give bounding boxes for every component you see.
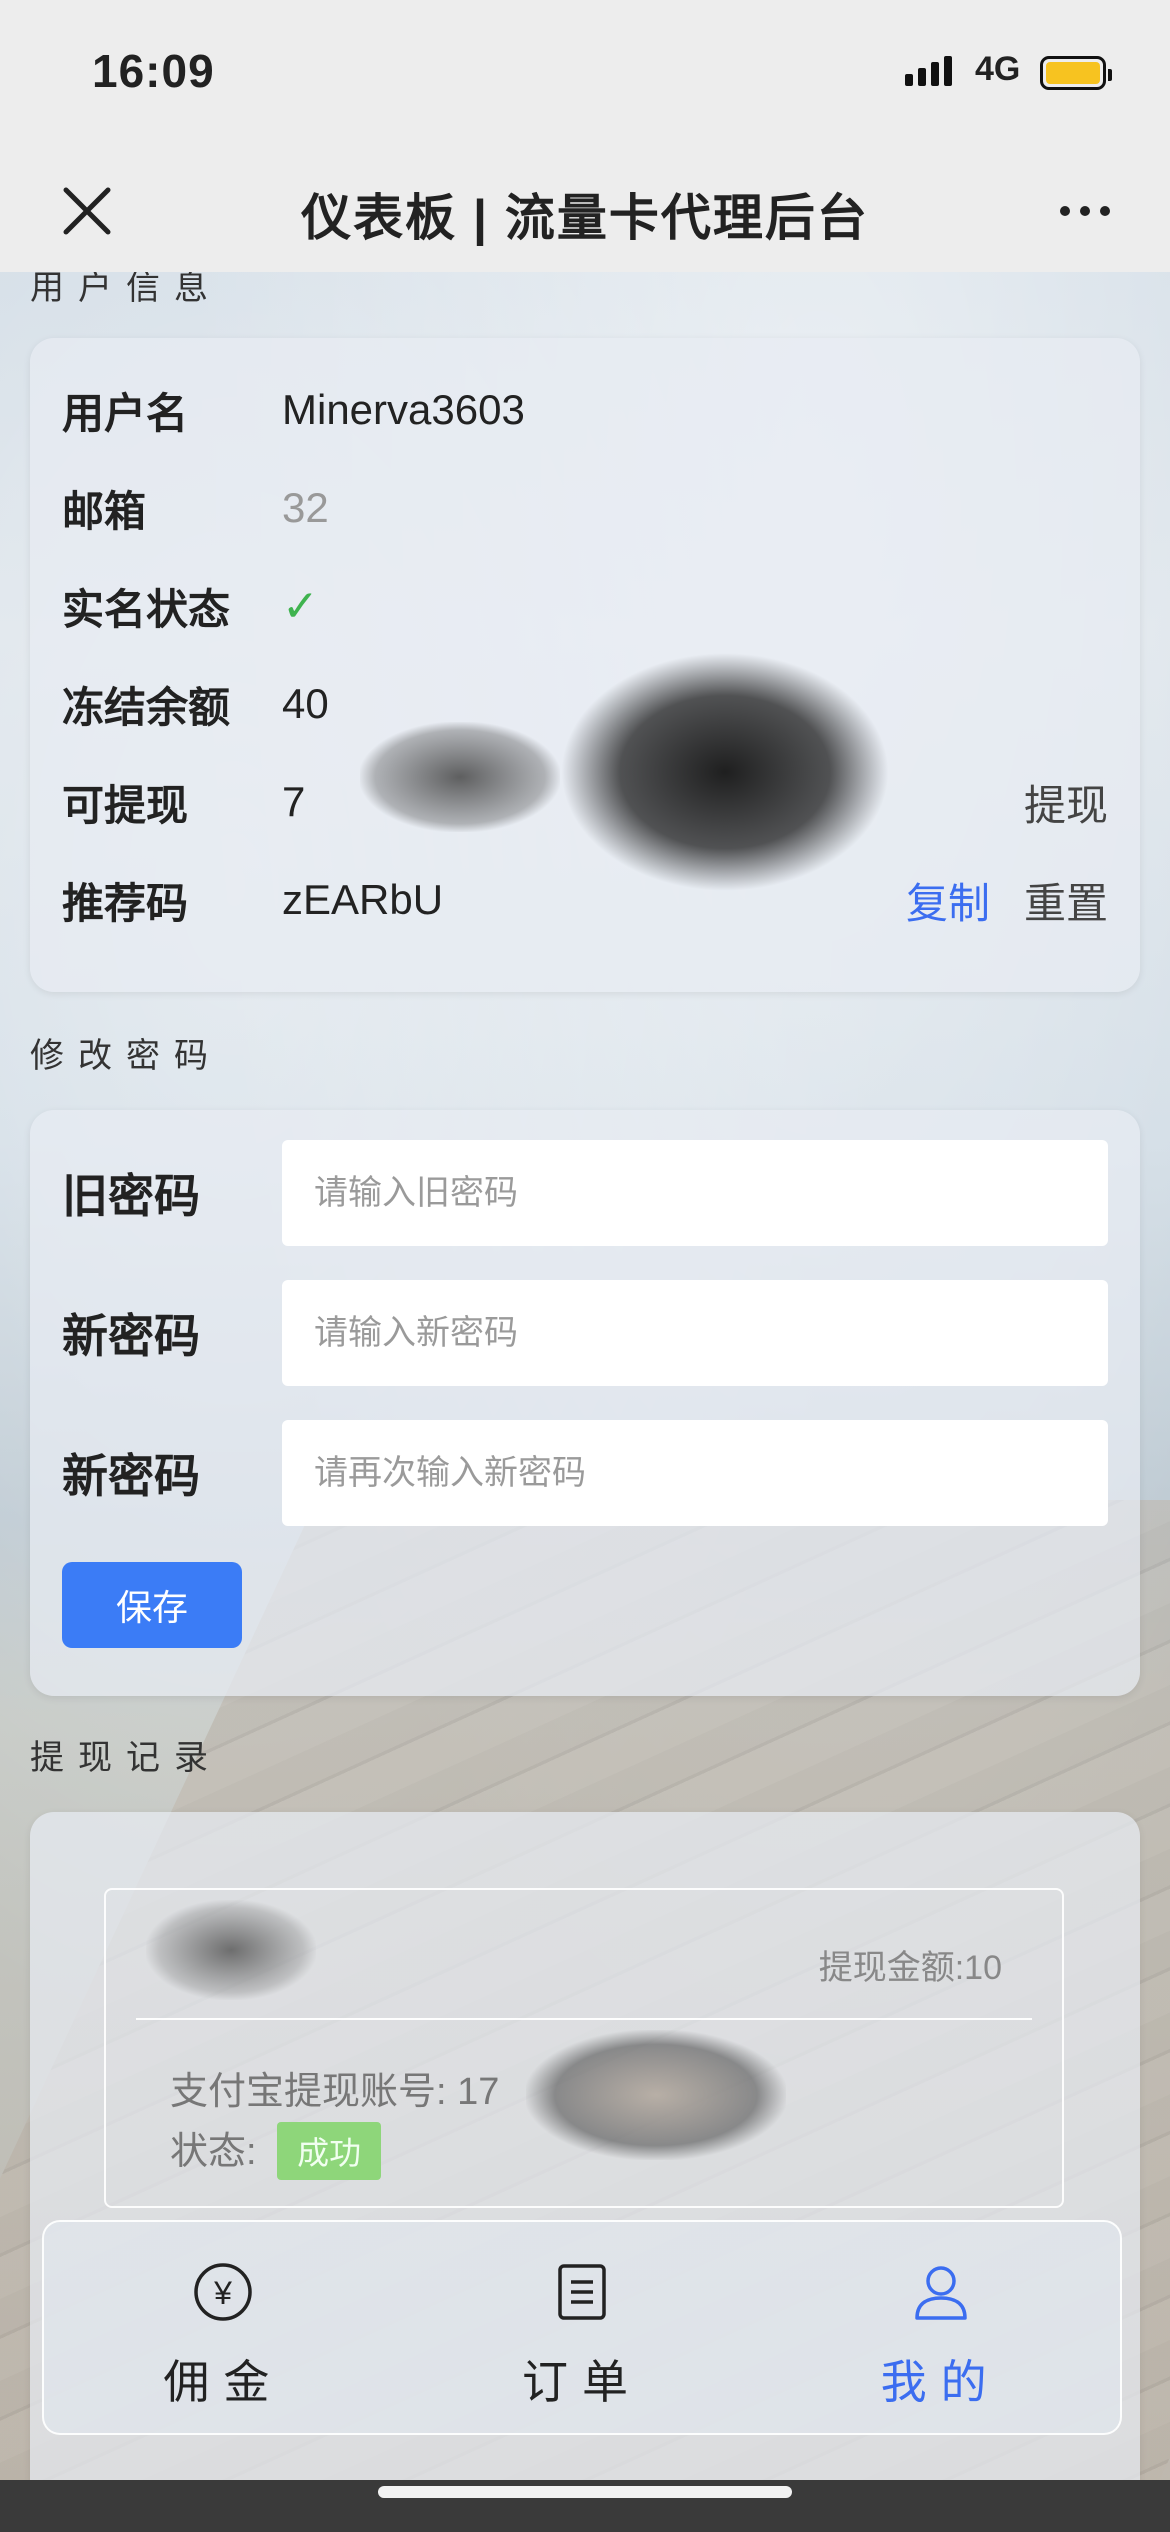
record-status-label: 状态: <box>170 2131 257 2173</box>
reset-button[interactable]: 重置 <box>1024 870 1108 931</box>
redaction-mark <box>526 2030 786 2160</box>
new-password-input[interactable] <box>282 1280 1108 1386</box>
title-bar: 仪表板 | 流量卡代理后台 <box>0 150 1170 272</box>
old-password-input[interactable] <box>282 1140 1108 1246</box>
more-dot-icon <box>1080 206 1090 216</box>
withdraw-record-item: 提现金额:10 支付宝提现账号: 17 状态: 成功 <box>104 1888 1064 2208</box>
record-divider <box>136 2018 1032 2020</box>
tab-orders-label: 订单 <box>522 2356 642 2408</box>
main-content[interactable]: 用户信息 用户名 Minerva3603 邮箱 32 实名状态 ✓ 冻结余额 4… <box>0 269 1170 2532</box>
tab-commission-label: 佣金 <box>163 2356 284 2408</box>
username-label: 用户名 <box>62 389 189 437</box>
new-password-row: 新密码 <box>62 1278 1108 1388</box>
more-dot-icon <box>1100 206 1110 216</box>
confirm-password-input[interactable] <box>282 1420 1108 1526</box>
save-button[interactable]: 保存 <box>62 1562 242 1648</box>
tab-mine[interactable]: 我的 <box>761 2222 1120 2433</box>
redaction-mark <box>360 722 560 832</box>
yen-circle-icon: ¥ <box>194 2263 253 2321</box>
confirm-password-label: 新密码 <box>62 1450 200 1502</box>
withdraw-records-section-title: 提现记录 <box>30 1739 222 1777</box>
new-password-label: 新密码 <box>62 1310 200 1362</box>
withdrawable-label: 可提现 <box>62 781 189 829</box>
copy-button[interactable]: 复制 <box>906 870 990 931</box>
old-password-row: 旧密码 <box>62 1138 1108 1248</box>
record-account-label: 支付宝提现账号: <box>170 2071 447 2113</box>
email-row: 邮箱 32 <box>62 468 1108 548</box>
status-time: 16:09 <box>92 45 215 97</box>
more-dot-icon <box>1060 206 1070 216</box>
signal-icon <box>905 56 952 86</box>
record-account-line: 支付宝提现账号: 17 <box>170 2060 499 2115</box>
confirm-password-row: 新密码 <box>62 1418 1108 1528</box>
svg-text:¥: ¥ <box>213 2275 232 2311</box>
frozen-balance-label: 冻结余额 <box>62 683 231 731</box>
status-badge: 成功 <box>277 2122 382 2180</box>
change-password-card: 旧密码 新密码 新密码 保存 <box>30 1110 1140 1696</box>
more-options-button[interactable] <box>1050 176 1120 246</box>
tab-orders[interactable]: 订单 <box>403 2222 762 2433</box>
user-icon <box>914 2266 967 2320</box>
email-value: 32 <box>282 484 329 531</box>
withdraw-button[interactable]: 提现 <box>1024 772 1108 833</box>
status-bar: 16:09 4G <box>0 0 1170 150</box>
tab-commission[interactable]: ¥ 佣金 <box>44 2222 403 2433</box>
referral-code-label: 推荐码 <box>62 879 189 927</box>
battery-icon <box>1040 56 1112 90</box>
redaction-mark <box>560 652 890 892</box>
order-list-icon <box>558 2264 606 2320</box>
record-account-value: 17 <box>457 2071 500 2113</box>
username-value: Minerva3603 <box>282 386 525 433</box>
verification-label: 实名状态 <box>62 585 231 633</box>
record-status-line: 状态: 成功 <box>170 2120 382 2180</box>
network-type: 4G <box>975 50 1021 88</box>
email-label: 邮箱 <box>62 487 147 535</box>
home-indicator[interactable] <box>378 2486 792 2498</box>
username-row: 用户名 Minerva3603 <box>62 370 1108 450</box>
tab-mine-label: 我的 <box>880 2356 1001 2408</box>
verification-row: 实名状态 ✓ <box>62 566 1108 646</box>
record-amount: 提现金额:10 <box>818 1949 1002 1987</box>
bottom-tab-bar: ¥ 佣金 订单 我的 <box>42 2220 1122 2435</box>
old-password-label: 旧密码 <box>62 1170 200 1222</box>
redaction-mark <box>146 1900 316 2000</box>
verified-check-icon: ✓ <box>282 581 319 631</box>
change-password-section-title: 修改密码 <box>30 1037 222 1075</box>
page-title: 仪表板 | 流量卡代理后台 <box>301 190 869 246</box>
